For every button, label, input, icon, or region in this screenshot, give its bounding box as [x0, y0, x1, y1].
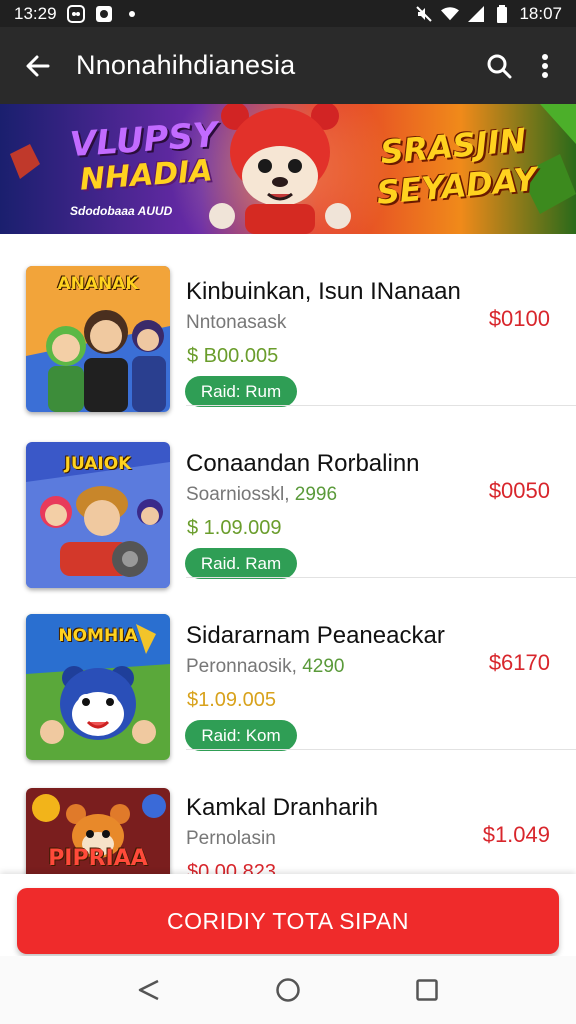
item-price: $ B00.005 [187, 345, 279, 367]
game-thumbnail[interactable]: ANANAK [26, 266, 170, 412]
game-list: ANANAK Kinbuinkan, Isun INanaan Nntonasa… [0, 234, 576, 874]
list-item[interactable]: NOMHIA Sidararnam Peaneackar Peronnaosik… [0, 578, 576, 760]
app-bar: Nnonahihdianesia [0, 27, 576, 104]
item-side-price: $1.049 [482, 822, 550, 847]
nav-back-icon [139, 979, 159, 1001]
nav-home-icon [276, 978, 300, 1002]
item-subtitle: Soarniosskl, 2996 [186, 484, 338, 505]
system-nav-bar [0, 956, 576, 1024]
thumbnail-title: NOMHIA [58, 626, 138, 646]
more-vert-icon [542, 53, 548, 78]
game-thumbnail[interactable]: JUAIOK [26, 442, 170, 588]
item-price: $ 1.09.009 [187, 517, 282, 539]
thumbnail-title: JUAIOK [64, 454, 132, 474]
app-title: Nnonahihdianesia [76, 50, 296, 80]
battery-icon [493, 4, 511, 23]
mute-icon [415, 5, 433, 23]
nav-home-button[interactable] [258, 960, 318, 1020]
item-badge-button[interactable]: Raid: Rum [185, 376, 297, 407]
primary-cta-button[interactable]: CORIDIY TOTA SIPAN [17, 888, 559, 954]
game-thumbnail[interactable]: NOMHIA [26, 614, 170, 760]
nav-recents-icon [415, 979, 438, 1001]
item-side-price: $0100 [488, 306, 550, 331]
notification-app-icon [66, 4, 85, 23]
item-title: Conaandan Rorbalinn [186, 450, 420, 477]
item-badge-button[interactable]: Raid: Kom [185, 720, 297, 751]
wifi-icon [441, 5, 460, 23]
item-side-price: $6170 [488, 650, 550, 675]
promo-banner[interactable]: VLUPSY NHADIA Sdodobaaa AUUD SRASJIN SEY… [0, 104, 576, 234]
item-subtitle: Nntonasask [186, 312, 287, 333]
search-icon [487, 54, 512, 78]
item-title: Sidararnam Peaneackar [186, 622, 445, 649]
thumbnail-title: PIPRIAA [48, 846, 148, 871]
item-title: Kamkal Dranharih [186, 794, 379, 821]
banner-left-subtitle: Sdodobaaa AUUD [70, 204, 173, 218]
item-subtitle: Peronnaosik, 4290 [186, 656, 345, 677]
nav-recents-button[interactable] [397, 960, 457, 1020]
item-subtitle: Pernolasin [186, 828, 276, 849]
item-price: $1.09.005 [187, 689, 276, 711]
back-button[interactable] [0, 27, 76, 104]
item-price: $0.00.823 [187, 861, 276, 874]
item-title: Kinbuinkan, Isun INanaan [186, 278, 461, 305]
status-time: 13:29 [14, 3, 57, 23]
search-button[interactable] [476, 27, 522, 104]
thumbnail-title: ANANAK [57, 274, 139, 294]
notification-image-icon [95, 5, 113, 23]
notification-dot-icon [123, 5, 141, 23]
game-thumbnail[interactable]: PIPRIAA [26, 788, 170, 874]
back-arrow-icon [26, 55, 50, 76]
item-badge-button[interactable]: Raid. Ram [185, 548, 297, 579]
list-item[interactable]: JUAIOK Conaandan Rorbalinn Soarniosskl, … [0, 406, 576, 588]
overflow-menu-button[interactable] [522, 27, 568, 104]
list-item[interactable]: ANANAK Kinbuinkan, Isun INanaan Nntonasa… [0, 234, 576, 412]
signal-icon [467, 5, 485, 23]
item-side-price: $0050 [488, 478, 550, 503]
status-clock: 18:07 [519, 3, 562, 23]
list-item[interactable]: PIPRIAA Kamkal Dranharih Pernolasin $0.0… [0, 750, 576, 874]
nav-back-button[interactable] [119, 960, 179, 1020]
banner-left-headline: VLUPSY NHADIA [68, 114, 219, 198]
status-bar: 13:29 18:07 [0, 0, 576, 27]
